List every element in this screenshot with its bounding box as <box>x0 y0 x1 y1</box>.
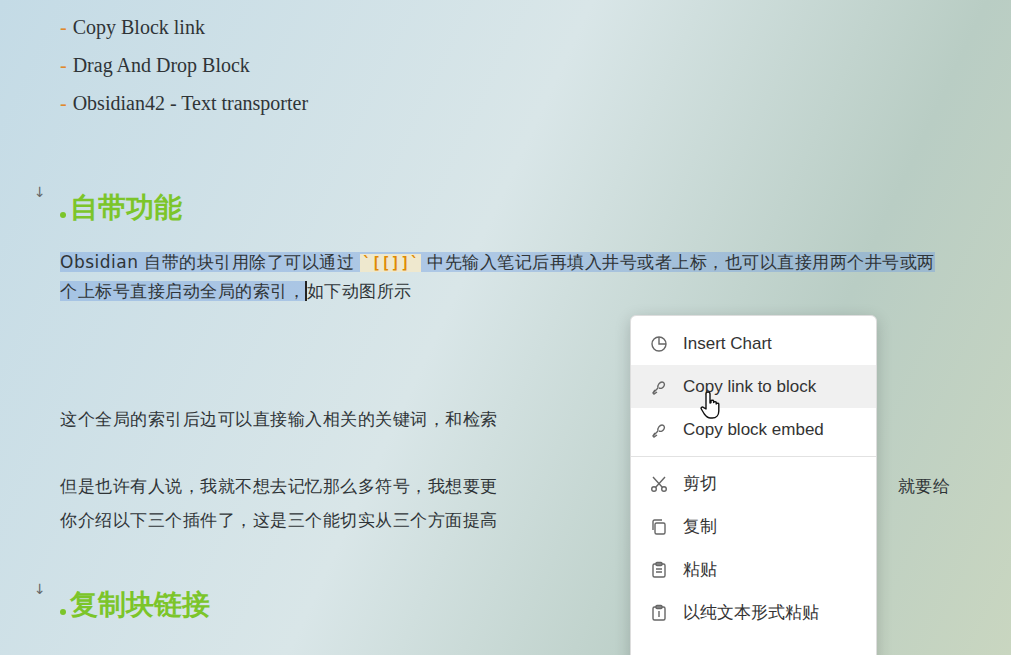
menu-item[interactable]: Insert Chart <box>631 322 876 365</box>
context-menu: Insert Chart Copy link to block Copy blo… <box>630 315 877 655</box>
line-start: 但是也许有人说，我就不想去记忆那么多符号，我想要更 <box>60 469 498 503</box>
paragraph-tail: 如下动图所示 <box>307 281 412 301</box>
menu-item-label: Copy link to block <box>683 377 816 397</box>
menu-item[interactable]: Copy link to block <box>631 365 876 408</box>
menu-item[interactable]: 剪切 <box>631 462 876 505</box>
heading-dot-icon <box>60 609 66 615</box>
fold-arrow-icon[interactable]: ↓ <box>34 184 46 200</box>
fold-arrow-icon[interactable]: ↓ <box>34 581 46 597</box>
inline-code: `[[]]` <box>360 254 421 272</box>
bullet-item[interactable]: - Obsidian42 - Text transporter <box>60 84 951 122</box>
plain-icon <box>649 603 669 623</box>
bullet-text: Obsidian42 - Text transporter <box>73 84 308 122</box>
chart-icon <box>649 334 669 354</box>
bullet-text: Drag And Drop Block <box>73 46 250 84</box>
menu-item[interactable]: 以纯文本形式粘贴 <box>631 591 876 634</box>
heading-dot-icon <box>60 212 66 218</box>
section-heading: ↓ 自带功能 <box>60 186 951 230</box>
menu-item-label: 复制 <box>683 515 717 538</box>
copy-icon <box>649 517 669 537</box>
link-icon <box>649 420 669 440</box>
bullet-mark: - <box>60 84 67 122</box>
bullet-mark: - <box>60 46 67 84</box>
line-start: 你介绍以下三个插件了，这是三个能切实从三个方面提高 <box>60 503 498 537</box>
bullet-list: - Copy Block link- Drag And Drop Block- … <box>60 8 951 122</box>
bullet-mark: - <box>60 8 67 46</box>
editor-page: - Copy Block link- Drag And Drop Block- … <box>0 0 1011 655</box>
menu-item-label: 剪切 <box>683 472 717 495</box>
selected-text: Obsidian 自带的块引用除了可以通过 `[[]]` 中先输入笔记后再填入井… <box>60 252 935 301</box>
link-icon <box>649 377 669 397</box>
menu-item-label: 以纯文本形式粘贴 <box>683 601 819 624</box>
menu-item[interactable]: 复制 <box>631 505 876 548</box>
menu-item-label: 粘贴 <box>683 558 717 581</box>
cut-icon <box>649 474 669 494</box>
paste-icon <box>649 560 669 580</box>
hand-pointer-icon <box>700 390 726 420</box>
menu-item[interactable]: 粘贴 <box>631 548 876 591</box>
menu-separator <box>631 456 876 457</box>
bullet-text: Copy Block link <box>73 8 205 46</box>
bullet-item[interactable]: - Copy Block link <box>60 8 951 46</box>
text-cursor <box>305 281 307 301</box>
menu-item[interactable]: Copy block embed <box>631 408 876 451</box>
heading-text: 自带功能 <box>70 189 182 227</box>
menu-item-label: Copy block embed <box>683 420 824 440</box>
paragraph[interactable]: Obsidian 自带的块引用除了可以通过 `[[]]` 中先输入笔记后再填入井… <box>60 248 950 305</box>
line-end: 就要给 <box>898 469 951 503</box>
bullet-item[interactable]: - Drag And Drop Block <box>60 46 951 84</box>
heading-text: 复制块链接 <box>70 586 210 624</box>
menu-item-label: Insert Chart <box>683 334 772 354</box>
